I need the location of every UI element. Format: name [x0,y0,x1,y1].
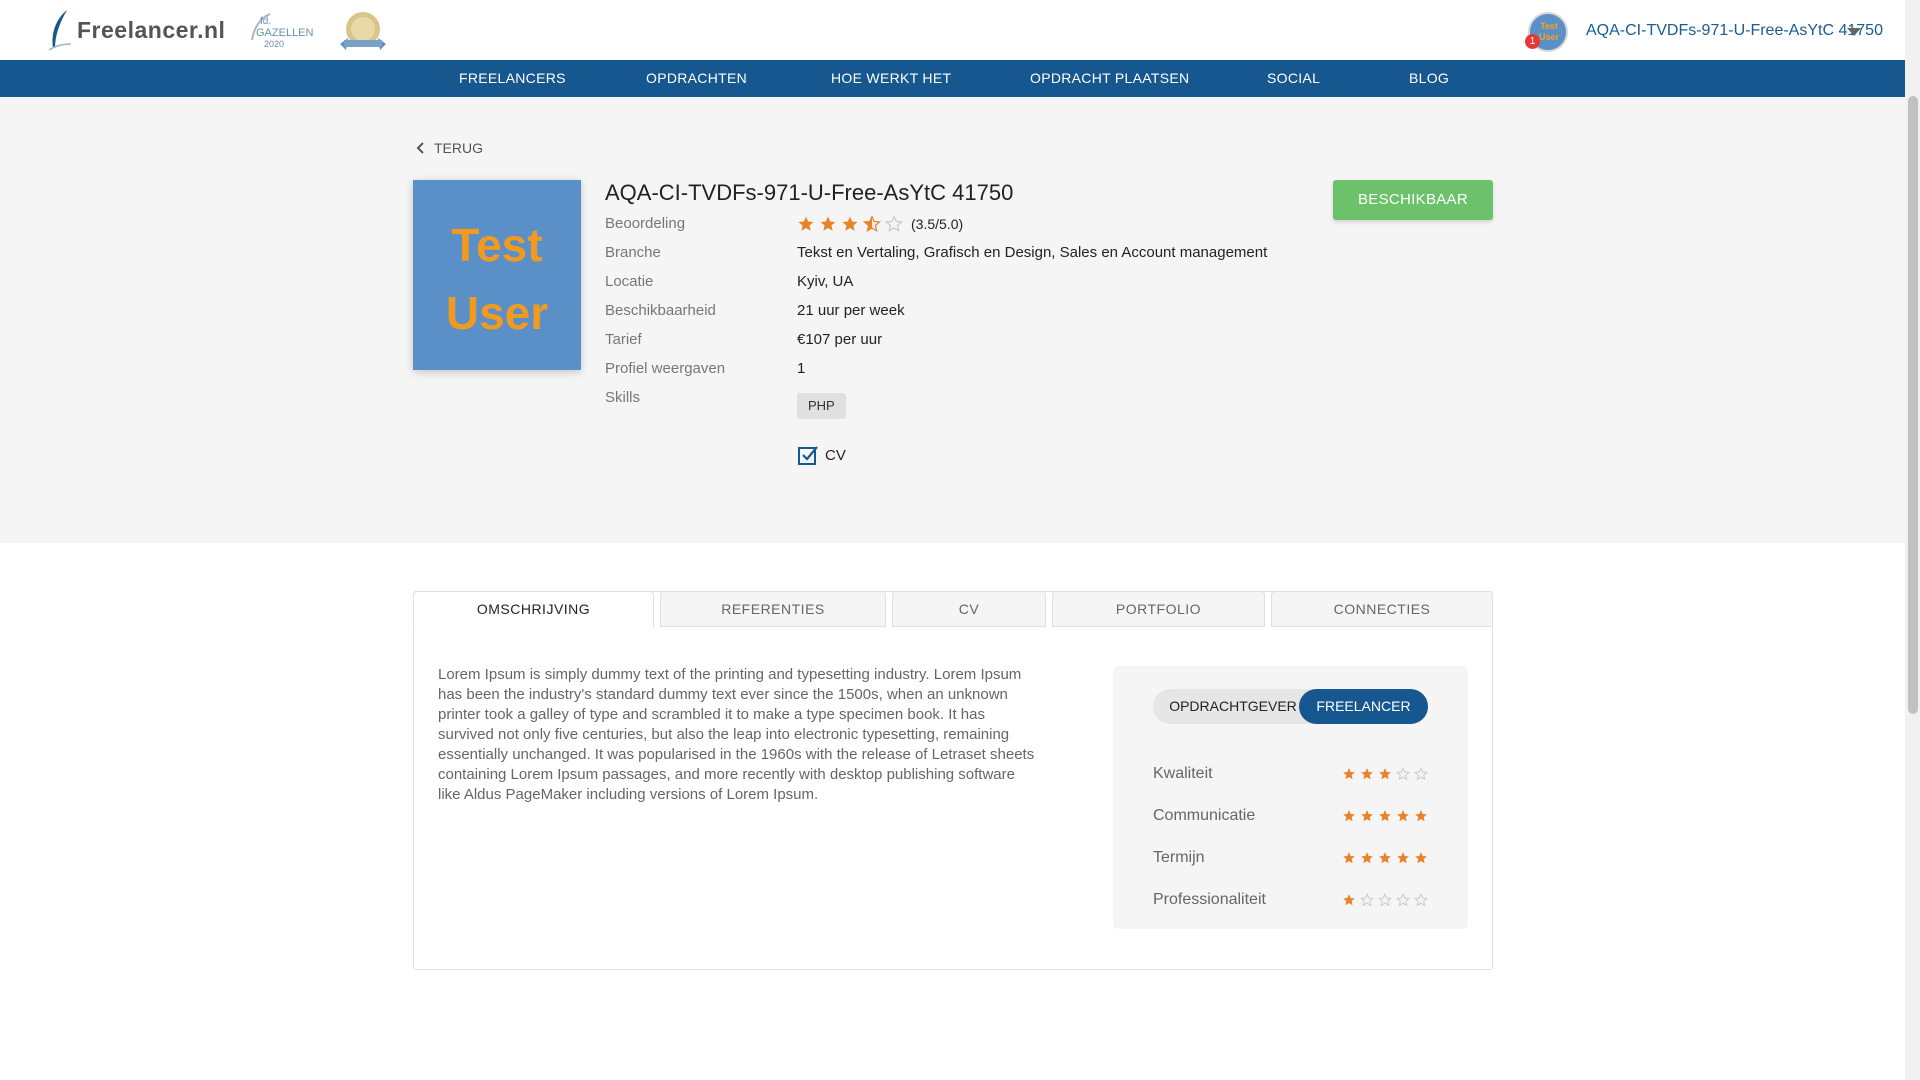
review-panel: OPDRACHTGEVER FREELANCER Kwaliteit Commu… [1113,666,1468,929]
main-nav: FREELANCERS OPDRACHTEN HOE WERKT HET OPD… [0,60,1905,97]
profile-section [0,97,1905,543]
gazellen-line1: fd. [260,16,271,27]
toggle-freelancer[interactable]: FREELANCER [1299,689,1428,724]
value-views: 1 [797,360,806,377]
nav-hoe-werkt-het[interactable]: HOE WERKT HET [831,60,951,97]
back-link[interactable]: TERUG [414,140,483,156]
star-filled-icon [1415,810,1427,822]
caret-down-icon[interactable] [1847,28,1861,36]
profile-rating: (3.5/5.0) [797,215,963,233]
label-availability: Beschikbaarheid [605,302,716,319]
profile-image: Test User [413,180,581,370]
star-filled-icon [1343,894,1355,906]
star-filled-icon [798,216,814,231]
star-filled-icon [1361,810,1373,822]
star-filled-icon [1361,852,1373,864]
star-filled-icon [1343,810,1355,822]
label-branch: Branche [605,244,661,261]
criterion-stars [1342,767,1432,781]
star-empty-icon [1396,767,1410,781]
rating-text: (3.5/5.0) [911,216,964,232]
star-filled-icon [1415,852,1427,864]
profile-image-line2: User [445,287,549,339]
star-empty-icon [885,215,903,232]
label-skills: Skills [605,389,641,406]
star-empty-icon [1396,893,1410,907]
star-filled-icon [1397,852,1409,864]
value-rate: €107 per uur [797,331,883,348]
tab-omschrijving[interactable]: OMSCHRIJVING [413,591,654,628]
rating-stars [797,215,907,233]
criterion-label: Communicatie [1153,807,1256,824]
profile-description: Lorem Ipsum is simply dummy text of the … [438,666,1035,803]
freelancer-logo[interactable]: Freelancer.nl [45,8,225,52]
label-rating: Beoordeling [605,215,686,232]
nav-social[interactable]: SOCIAL [1267,60,1320,97]
checkbox-checked-icon [798,446,818,465]
profile-image-line1: Test [451,219,543,271]
star-filled-icon [1343,768,1355,780]
label-views: Profiel weergaven [605,360,726,377]
chevron-left-icon [416,142,424,154]
tab-connecties[interactable]: CONNECTIES [1271,591,1493,627]
star-filled-icon [820,216,836,231]
star-half-icon [863,215,881,232]
tab-cv[interactable]: CV [892,591,1046,627]
star-filled-icon [1379,852,1391,864]
gazellen-badge: fd. GAZELLEN 2020 [251,13,314,49]
award-badge-icon [340,12,386,50]
nav-opdrachten[interactable]: OPDRACHTEN [646,60,747,97]
review-role-toggle: OPDRACHTGEVER FREELANCER [1153,689,1428,724]
star-filled-icon [1361,768,1373,780]
nav-opdracht-plaatsen[interactable]: OPDRACHT PLAATSEN [1030,60,1189,97]
tab-portfolio[interactable]: PORTFOLIO [1052,591,1265,627]
criterion-stars [1342,851,1432,865]
star-empty-icon [1378,893,1392,907]
cv-label: CV [825,446,846,464]
value-location: Kyiv, UA [797,273,854,290]
criterion-label: Kwaliteit [1153,765,1213,782]
scrollbar-thumb[interactable] [1908,96,1918,714]
value-branch: Tekst en Vertaling, Grafisch en Design, … [797,244,1268,261]
star-empty-icon [1360,893,1374,907]
logo-text: Freelancer.nl [77,16,226,43]
star-filled-icon [1379,768,1391,780]
notification-badge[interactable]: 1 [1525,34,1540,49]
feather-logo-icon [48,10,72,51]
criterion-label: Professionaliteit [1153,891,1266,908]
available-button[interactable]: BESCHIKBAAR [1333,180,1493,220]
star-filled-icon [1343,852,1355,864]
back-label: TERUG [434,140,483,156]
star-filled-icon [1397,810,1409,822]
profile-name: AQA-CI-TVDFs-971-U-Free-AsYtC 41750 [605,180,1014,205]
criterion-stars [1342,809,1432,823]
label-location: Locatie [605,273,654,290]
label-rate: Tarief [605,331,642,348]
tab-referenties[interactable]: REFERENTIES [660,591,886,627]
user-menu[interactable]: Test User 1 AQA-CI-TVDFs-971-U-Free-AsYt… [1485,10,1905,54]
gazellen-line3: 2020 [264,39,284,49]
skill-tag: PHP [797,393,846,419]
cv-link[interactable]: CV [797,444,846,466]
top-header: Freelancer.nl fd. GAZELLEN 2020 Test Use… [0,0,1905,60]
nav-freelancers[interactable]: FREELANCERS [459,60,566,97]
criterion-stars [1342,893,1432,907]
user-name[interactable]: AQA-CI-TVDFs-971-U-Free-AsYtC 41750 [1586,22,1883,40]
star-filled-icon [842,216,858,231]
criterion-label: Termijn [1153,849,1205,866]
star-empty-icon [1414,893,1428,907]
value-availability: 21 uur per week [797,302,905,319]
gazellen-line2: GAZELLEN [256,27,314,39]
star-empty-icon [1414,767,1428,781]
toggle-opdrachtgever[interactable]: OPDRACHTGEVER [1153,689,1313,724]
nav-blog[interactable]: BLOG [1409,60,1449,97]
page-scrollbar[interactable] [1905,0,1920,1080]
star-filled-icon [1379,810,1391,822]
